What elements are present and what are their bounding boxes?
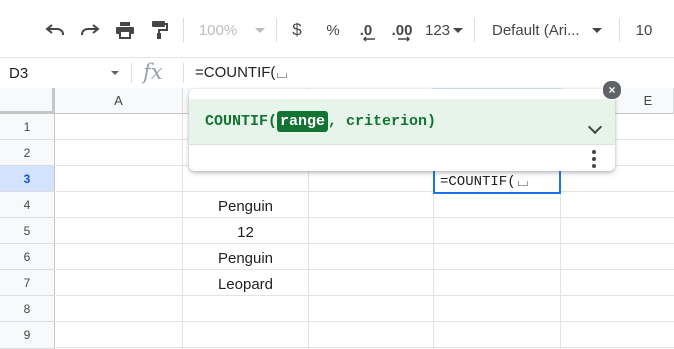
currency-button[interactable]: $	[286, 16, 308, 44]
formula-bar-divider	[131, 63, 132, 83]
active-cell-editor: =COUNTIF(	[440, 174, 528, 190]
formula-text: =COUNTIF(	[195, 64, 276, 81]
row-header-4[interactable]: 4	[0, 192, 55, 218]
toolbar-divider	[619, 18, 620, 42]
toolbar-divider	[276, 18, 277, 42]
chevron-down-icon	[591, 27, 602, 33]
chevron-down-icon	[255, 27, 266, 33]
row-label: 7	[23, 275, 31, 290]
more-options-icon[interactable]	[592, 150, 596, 168]
arrow-right-icon	[398, 36, 411, 42]
row-label: 8	[23, 301, 31, 316]
cell-value: 12	[237, 223, 254, 241]
row-header-1[interactable]: 1	[0, 114, 55, 140]
fx-icon: fx	[143, 60, 163, 84]
row-gridline	[56, 191, 674, 192]
close-helper-button[interactable]: ×	[602, 80, 622, 100]
row-header-2[interactable]: 2	[0, 140, 55, 166]
row-header-9[interactable]: 9	[0, 322, 55, 349]
currency-label: $	[292, 20, 302, 39]
row-gridline	[56, 295, 674, 296]
row-header-6[interactable]: 6	[0, 244, 55, 270]
formula-helper-signature[interactable]: COUNTIF(range, criterion)	[189, 99, 615, 144]
zoom-value: 100%	[198, 21, 238, 39]
more-formats-button[interactable]: 123	[424, 16, 464, 44]
row-label: 4	[23, 197, 31, 212]
undo-icon[interactable]	[42, 16, 68, 44]
column-label: E	[643, 93, 653, 108]
font-size-value: 10	[635, 21, 653, 39]
row-gridline	[56, 321, 674, 322]
toolbar: 100% $ % .0 .00 123 Default (Ari... 10	[0, 0, 674, 57]
formula-bar: D3 fx =COUNTIF(	[0, 57, 674, 89]
name-box-value: D3	[9, 64, 29, 82]
row-label: 6	[23, 249, 31, 264]
expand-chevron-icon[interactable]	[587, 119, 603, 135]
row-header-7[interactable]: 7	[0, 270, 55, 296]
paint-format-icon[interactable]	[146, 16, 172, 44]
function-name: COUNTIF(	[205, 113, 278, 130]
row-label: 9	[23, 328, 31, 342]
row-header-8[interactable]: 8	[0, 296, 55, 322]
select-all-corner[interactable]	[0, 88, 55, 114]
redo-icon[interactable]	[77, 16, 103, 44]
space-marker-icon	[517, 181, 528, 186]
formula-helper-divider	[189, 144, 615, 145]
cell-b4[interactable]: Penguin	[183, 193, 308, 219]
formula-helper-popup: COUNTIF(range, criterion)	[189, 89, 615, 171]
font-size-input[interactable]: 10	[632, 16, 656, 44]
formula-bar-divider	[183, 63, 184, 83]
row-header-3[interactable]: 3	[0, 166, 55, 192]
row-label: 3	[23, 171, 31, 186]
row-gridline	[56, 269, 674, 270]
chevron-down-icon	[111, 71, 119, 75]
more-formats-label: 123	[424, 21, 451, 39]
column-header-a[interactable]: A	[55, 88, 183, 114]
close-icon: ×	[608, 83, 616, 97]
cell-b7[interactable]: Leopard	[183, 271, 308, 297]
decrease-decimal-button[interactable]: .0	[354, 16, 378, 44]
cell-formula-text: =COUNTIF(	[440, 174, 516, 190]
row-label: 5	[23, 223, 31, 238]
row-label: 2	[23, 145, 31, 160]
chevron-down-icon	[453, 27, 464, 33]
row-gridline	[56, 217, 674, 218]
cell-value: Penguin	[217, 249, 274, 267]
row-label: 1	[23, 119, 31, 134]
cell-value: Penguin	[217, 197, 274, 215]
space-marker-icon	[277, 73, 288, 78]
print-icon[interactable]	[112, 16, 138, 44]
function-signature: COUNTIF(range, criterion)	[205, 111, 437, 132]
remaining-arguments: , criterion)	[328, 113, 437, 130]
name-box[interactable]: D3	[0, 58, 128, 88]
cell-value: Leopard	[217, 275, 274, 293]
cell-b6[interactable]: Penguin	[183, 245, 308, 271]
row-gridline	[56, 243, 674, 244]
toolbar-divider	[183, 18, 184, 42]
arrow-left-icon	[362, 36, 375, 42]
row-gridline	[56, 347, 674, 348]
zoom-select[interactable]: 100%	[196, 16, 268, 44]
increase-decimal-button[interactable]: .00	[389, 16, 415, 44]
formula-input[interactable]: =COUNTIF(	[195, 64, 288, 81]
active-cell-d3[interactable]: =COUNTIF(	[433, 169, 561, 194]
row-header-5[interactable]: 5	[0, 218, 55, 244]
toolbar-divider	[474, 18, 475, 42]
column-label: A	[114, 93, 123, 108]
percent-button[interactable]: %	[322, 16, 344, 44]
percent-label: %	[326, 21, 340, 39]
cell-b5[interactable]: 12	[183, 219, 308, 245]
active-argument: range	[277, 111, 329, 132]
font-select[interactable]: Default (Ari...	[492, 16, 610, 44]
font-value: Default (Ari...	[492, 21, 580, 39]
